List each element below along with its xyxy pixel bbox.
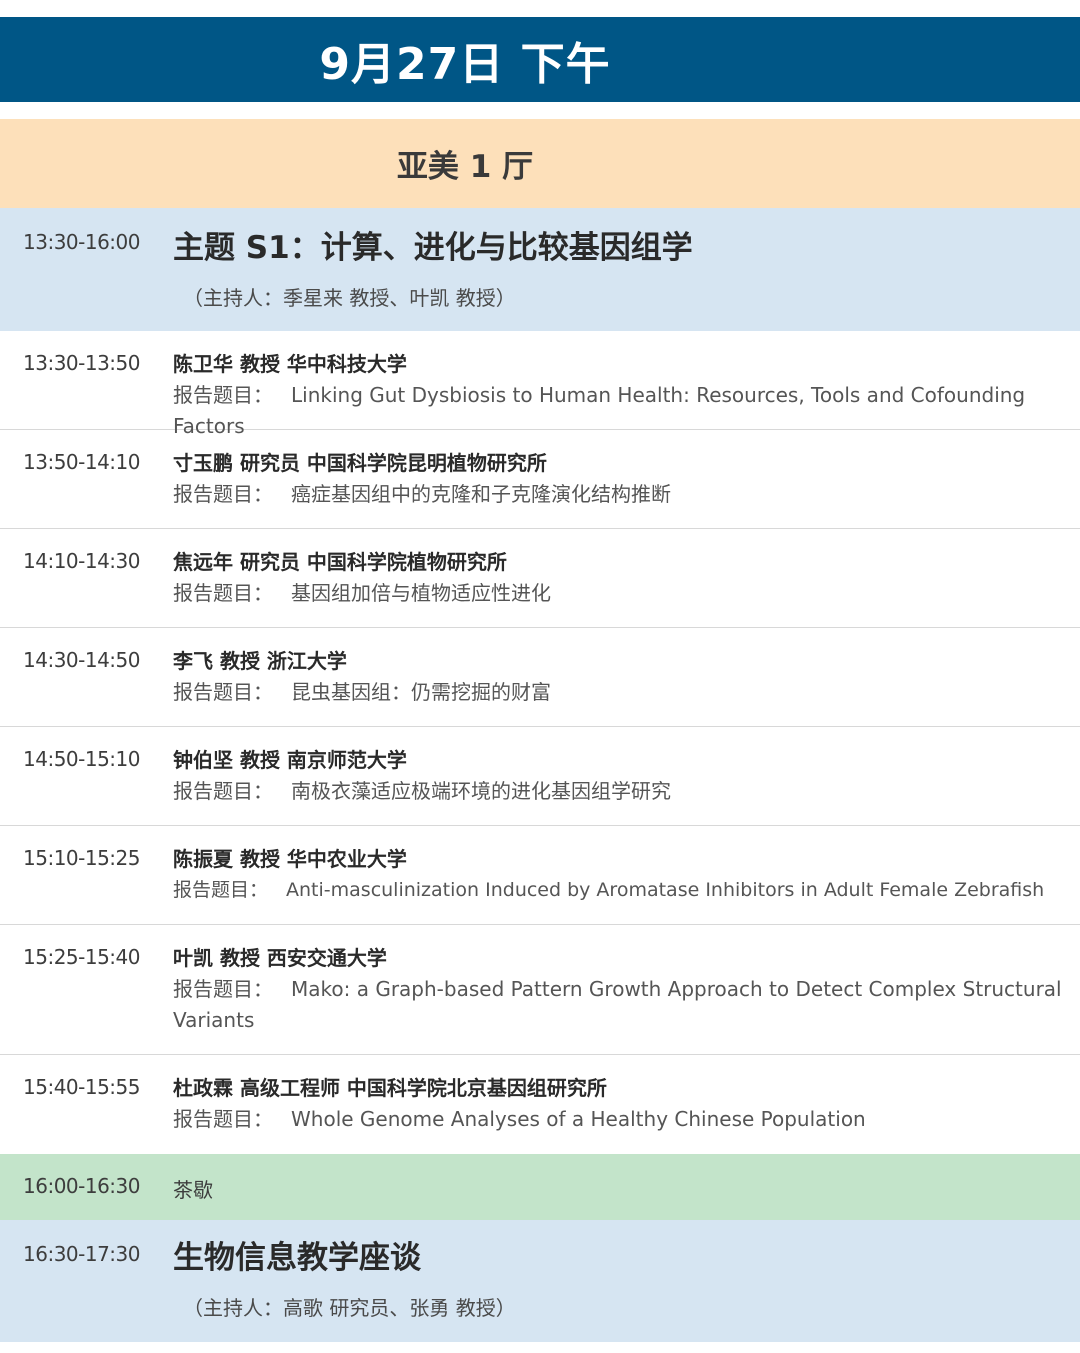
talk-label: 报告题目： — [173, 779, 273, 803]
hall-banner: 亚美 1 厅 — [0, 119, 1080, 208]
talk-label: 报告题目： — [173, 581, 273, 605]
talk-title-line: 报告题目： 癌症基因组中的克隆和子克隆演化结构推断 — [173, 479, 1072, 510]
session-host: （主持人：高歌 研究员、张勇 教授） — [183, 1296, 516, 1320]
talk-title: Mako: a Graph-based Pattern Growth Appro… — [173, 977, 1062, 1032]
talk-row: 14:30-14:50 李飞 教授 浙江大学 报告题目： 昆虫基因组：仍需挖掘的财… — [0, 628, 1080, 727]
talk-speaker: 钟伯坚 教授 南京师范大学 — [173, 748, 407, 772]
talk-speaker: 焦远年 研究员 中国科学院植物研究所 — [173, 550, 507, 574]
date-banner: 9月27日 下午 — [0, 17, 1080, 102]
talk-title-line: 报告题目： 南极衣藻适应极端环境的进化基因组学研究 — [173, 776, 1072, 807]
talk-time: 13:50-14:10 — [23, 450, 141, 474]
talk-time: 13:30-13:50 — [23, 351, 141, 375]
date-title: 9月27日 下午 — [319, 38, 611, 90]
session-row: 13:30-16:00 主题 S1：计算、进化与比较基因组学 （主持人：季星来 … — [0, 208, 1080, 331]
session-title: 主题 S1：计算、进化与比较基因组学 — [173, 230, 693, 266]
talk-title: 癌症基因组中的克隆和子克隆演化结构推断 — [291, 482, 671, 506]
talk-time: 15:40-15:55 — [23, 1075, 141, 1099]
talk-title-line: 报告题目： 基因组加倍与植物适应性进化 — [173, 578, 1072, 609]
talk-title: Whole Genome Analyses of a Healthy Chine… — [291, 1107, 866, 1131]
session-time: 13:30-16:00 — [23, 230, 141, 254]
talk-title-line: 报告题目： Mako: a Graph-based Pattern Growth … — [173, 974, 1072, 1036]
session-title: 生物信息教学座谈 — [173, 1240, 421, 1276]
talk-title-line: 报告题目： Anti-masculinization Induced by Aro… — [173, 875, 1072, 906]
break-row: 16:00-16:30 茶歇 — [0, 1154, 1080, 1220]
talk-speaker: 陈振夏 教授 华中农业大学 — [173, 847, 407, 871]
talk-time: 14:30-14:50 — [23, 648, 141, 672]
talk-speaker: 叶凯 教授 西安交通大学 — [173, 946, 387, 970]
break-time: 16:00-16:30 — [23, 1174, 141, 1198]
hall-name: 亚美 1 厅 — [396, 149, 534, 185]
talk-title-line: 报告题目： Whole Genome Analyses of a Healthy … — [173, 1104, 1072, 1135]
talk-label: 报告题目： — [173, 680, 273, 704]
talk-time: 14:10-14:30 — [23, 549, 141, 573]
talk-label: 报告题目： — [173, 1107, 273, 1131]
session-row: 16:30-17:30 生物信息教学座谈 （主持人：高歌 研究员、张勇 教授） — [0, 1220, 1080, 1342]
talk-speaker: 李飞 教授 浙江大学 — [173, 649, 347, 673]
talk-speaker: 杜政霖 高级工程师 中国科学院北京基因组研究所 — [173, 1076, 607, 1100]
talk-row: 14:50-15:10 钟伯坚 教授 南京师范大学 报告题目： 南极衣藻适应极端环… — [0, 727, 1080, 826]
talk-title: 基因组加倍与植物适应性进化 — [291, 581, 551, 605]
talk-time: 15:25-15:40 — [23, 945, 141, 969]
talk-speaker: 陈卫华 教授 华中科技大学 — [173, 352, 407, 376]
talk-row: 14:10-14:30 焦远年 研究员 中国科学院植物研究所 报告题目： 基因组加… — [0, 529, 1080, 628]
talk-title-line: 报告题目： 昆虫基因组：仍需挖掘的财富 — [173, 677, 1072, 708]
talk-speaker: 寸玉鹏 研究员 中国科学院昆明植物研究所 — [173, 451, 547, 475]
talk-title: 南极衣藻适应极端环境的进化基因组学研究 — [291, 779, 671, 803]
talk-row: 15:40-15:55 杜政霖 高级工程师 中国科学院北京基因组研究所 报告题目… — [0, 1055, 1080, 1154]
talk-label: 报告题目： — [173, 482, 273, 506]
talk-time: 14:50-15:10 — [23, 747, 141, 771]
talk-title: 昆虫基因组：仍需挖掘的财富 — [291, 680, 551, 704]
session-time: 16:30-17:30 — [23, 1242, 141, 1266]
talk-row: 13:30-13:50 陈卫华 教授 华中科技大学 报告题目： Linking G… — [0, 331, 1080, 438]
break-label: 茶歇 — [173, 1178, 213, 1202]
talk-time: 15:10-15:25 — [23, 846, 141, 870]
session-host: （主持人：季星来 教授、叶凯 教授） — [183, 286, 516, 310]
talk-label: 报告题目： — [173, 383, 273, 407]
talk-row: 15:10-15:25 陈振夏 教授 华中农业大学 报告题目： Anti-masc… — [0, 826, 1080, 925]
talk-title: Anti-masculinization Induced by Aromatas… — [286, 879, 1045, 901]
talk-row: 15:25-15:40 叶凯 教授 西安交通大学 报告题目： Mako: a Gr… — [0, 925, 1080, 1055]
talk-label: 报告题目： — [173, 977, 273, 1001]
talk-label: 报告题目： — [173, 879, 269, 901]
talk-row: 13:50-14:10 寸玉鹏 研究员 中国科学院昆明植物研究所 报告题目： 癌症… — [0, 430, 1080, 529]
